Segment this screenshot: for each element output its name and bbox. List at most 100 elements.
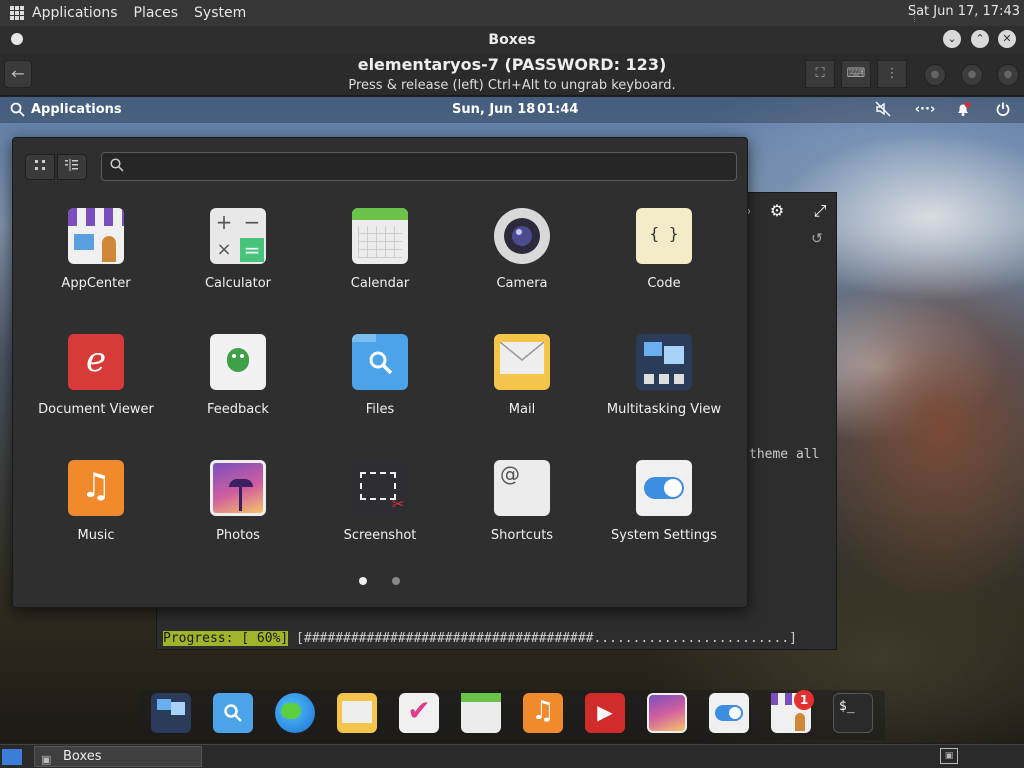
boxes-task-icon: ▣ bbox=[41, 753, 52, 766]
gear-icon[interactable]: ⚙ bbox=[767, 201, 787, 221]
page-indicator-1[interactable] bbox=[359, 577, 367, 585]
app-label: Music bbox=[77, 528, 115, 543]
app-photos[interactable]: Photos bbox=[168, 460, 308, 543]
workspace-switcher-icon[interactable]: ▣ bbox=[940, 748, 958, 764]
dock: ✔ ♫ ▶ 1 $_ bbox=[139, 690, 885, 740]
close-button[interactable]: ✕ bbox=[998, 30, 1016, 48]
history-icon[interactable]: ↺ bbox=[807, 231, 827, 251]
dock-web-browser-icon[interactable] bbox=[275, 693, 315, 733]
launcher-search-input[interactable] bbox=[130, 156, 720, 178]
app-feedback[interactable]: Feedback bbox=[168, 334, 308, 417]
mail-icon bbox=[494, 334, 550, 390]
dock-music-icon[interactable]: ♫ bbox=[523, 693, 563, 733]
guest-applications-menu[interactable]: Applications bbox=[10, 102, 122, 117]
photos-icon bbox=[210, 460, 266, 516]
terminal-text: theme all bbox=[749, 447, 820, 462]
app-calendar[interactable]: Calendar bbox=[310, 208, 450, 291]
shortcuts-icon: @ bbox=[494, 460, 550, 516]
page-indicator-2[interactable] bbox=[392, 577, 400, 585]
power-icon[interactable] bbox=[994, 101, 1012, 119]
network-icon[interactable]: ‹··› bbox=[914, 101, 936, 119]
taskbar-task-boxes[interactable]: ▣ Boxes bbox=[34, 746, 202, 767]
app-label: Files bbox=[365, 402, 395, 417]
guest-display[interactable]: Applications Sun, Jun 18 01:44 ‹··› ⌕ ⚙ … bbox=[0, 97, 1024, 743]
app-screenshot[interactable]: ✂ Screenshot bbox=[310, 460, 450, 543]
app-mail[interactable]: Mail bbox=[452, 334, 592, 417]
app-label: System Settings bbox=[611, 528, 717, 543]
guest-date[interactable]: Sun, Jun 18 bbox=[452, 102, 535, 117]
app-camera[interactable]: Camera bbox=[452, 208, 592, 291]
host-top-panel: Applications Places System Sat Jun 17, 1… bbox=[0, 0, 1024, 26]
app-appcenter[interactable]: AppCenter bbox=[26, 208, 166, 291]
app-grid-icon[interactable] bbox=[10, 6, 24, 20]
app-label: Multitasking View bbox=[606, 402, 722, 417]
system-settings-icon bbox=[636, 460, 692, 516]
dock-multitasking-view-icon[interactable] bbox=[151, 693, 191, 733]
taskbar-task-label: Boxes bbox=[63, 749, 102, 764]
dock-mail-icon[interactable] bbox=[337, 693, 377, 733]
launcher-search-field[interactable] bbox=[101, 152, 737, 181]
app-label: Calculator bbox=[204, 276, 271, 291]
app-label: Photos bbox=[216, 528, 260, 543]
sound-muted-icon[interactable] bbox=[874, 101, 892, 119]
category-view-button[interactable] bbox=[57, 154, 87, 180]
window-control-1[interactable]: ● bbox=[924, 64, 946, 86]
dock-photos-icon[interactable] bbox=[647, 693, 687, 733]
app-system-settings[interactable]: System Settings bbox=[594, 460, 734, 543]
multitasking-view-icon bbox=[636, 334, 692, 390]
window-menu-icon[interactable] bbox=[11, 33, 23, 45]
window-control-3[interactable]: ● bbox=[997, 64, 1019, 86]
dock-files-icon[interactable] bbox=[213, 693, 253, 733]
window-control-2[interactable]: ● bbox=[961, 64, 983, 86]
more-options-button[interactable]: ⋮ bbox=[877, 60, 907, 88]
appcenter-update-badge: 1 bbox=[794, 690, 814, 710]
host-menu-system[interactable]: System bbox=[194, 5, 246, 21]
calendar-icon bbox=[352, 208, 408, 264]
app-code[interactable]: { } Code bbox=[594, 208, 734, 291]
app-launcher: AppCenter + − × = Calculator Calendar Ca… bbox=[12, 137, 748, 608]
minimize-button[interactable]: ⌄ bbox=[943, 30, 961, 48]
window-titlebar[interactable]: Boxes ⌄ ⌃ ✕ bbox=[0, 26, 1024, 54]
dock-videos-icon[interactable]: ▶ bbox=[585, 693, 625, 733]
document-viewer-icon: e bbox=[68, 334, 124, 390]
guest-time[interactable]: 01:44 bbox=[537, 102, 578, 117]
host-taskbar: ▣ Boxes ▣ bbox=[0, 744, 1024, 768]
window-title: Boxes bbox=[488, 32, 536, 48]
maximize-button[interactable]: ⌃ bbox=[971, 30, 989, 48]
files-icon bbox=[352, 334, 408, 390]
music-icon: ♫ bbox=[68, 460, 124, 516]
screenshot-icon: ✂ bbox=[352, 460, 408, 516]
code-icon: { } bbox=[636, 208, 692, 264]
app-music[interactable]: ♫ Music bbox=[26, 460, 166, 543]
app-files[interactable]: Files bbox=[310, 334, 450, 417]
terminal-progress: Progress: [ 60%] [######################… bbox=[163, 631, 797, 646]
app-label: AppCenter bbox=[61, 276, 131, 291]
host-clock[interactable]: Sat Jun 17, 17:43 bbox=[908, 4, 1020, 19]
app-shortcuts[interactable]: @ Shortcuts bbox=[452, 460, 592, 543]
expand-icon[interactable]: ⤢ bbox=[810, 201, 830, 221]
guest-applications-label: Applications bbox=[31, 102, 122, 117]
app-multitasking-view[interactable]: Multitasking View bbox=[594, 334, 734, 417]
progress-label: Progress: [ 60%] bbox=[163, 631, 289, 646]
dock-calendar-icon[interactable] bbox=[461, 693, 501, 733]
app-label: Code bbox=[647, 276, 681, 291]
app-document-viewer[interactable]: e Document Viewer bbox=[26, 334, 166, 417]
notifications-icon[interactable] bbox=[954, 101, 972, 119]
search-icon bbox=[10, 102, 25, 117]
host-menu-places[interactable]: Places bbox=[134, 5, 179, 21]
app-calculator[interactable]: + − × = Calculator bbox=[168, 208, 308, 291]
keyboard-button[interactable]: ⌨ bbox=[841, 60, 871, 88]
progress-bar-text: [#####################################..… bbox=[288, 631, 797, 646]
feedback-icon bbox=[210, 334, 266, 390]
fullscreen-button[interactable]: ⛶ bbox=[805, 60, 835, 88]
app-label: Camera bbox=[496, 276, 548, 291]
dock-tasks-icon[interactable]: ✔ bbox=[399, 693, 439, 733]
app-label: Shortcuts bbox=[490, 528, 554, 543]
camera-icon bbox=[494, 208, 550, 264]
dock-terminal-icon[interactable]: $_ bbox=[833, 693, 873, 733]
grid-view-button[interactable] bbox=[25, 154, 55, 180]
app-label: Calendar bbox=[350, 276, 410, 291]
host-menu-applications[interactable]: Applications bbox=[32, 5, 118, 21]
show-desktop-button[interactable] bbox=[2, 749, 22, 765]
dock-system-settings-icon[interactable] bbox=[709, 693, 749, 733]
